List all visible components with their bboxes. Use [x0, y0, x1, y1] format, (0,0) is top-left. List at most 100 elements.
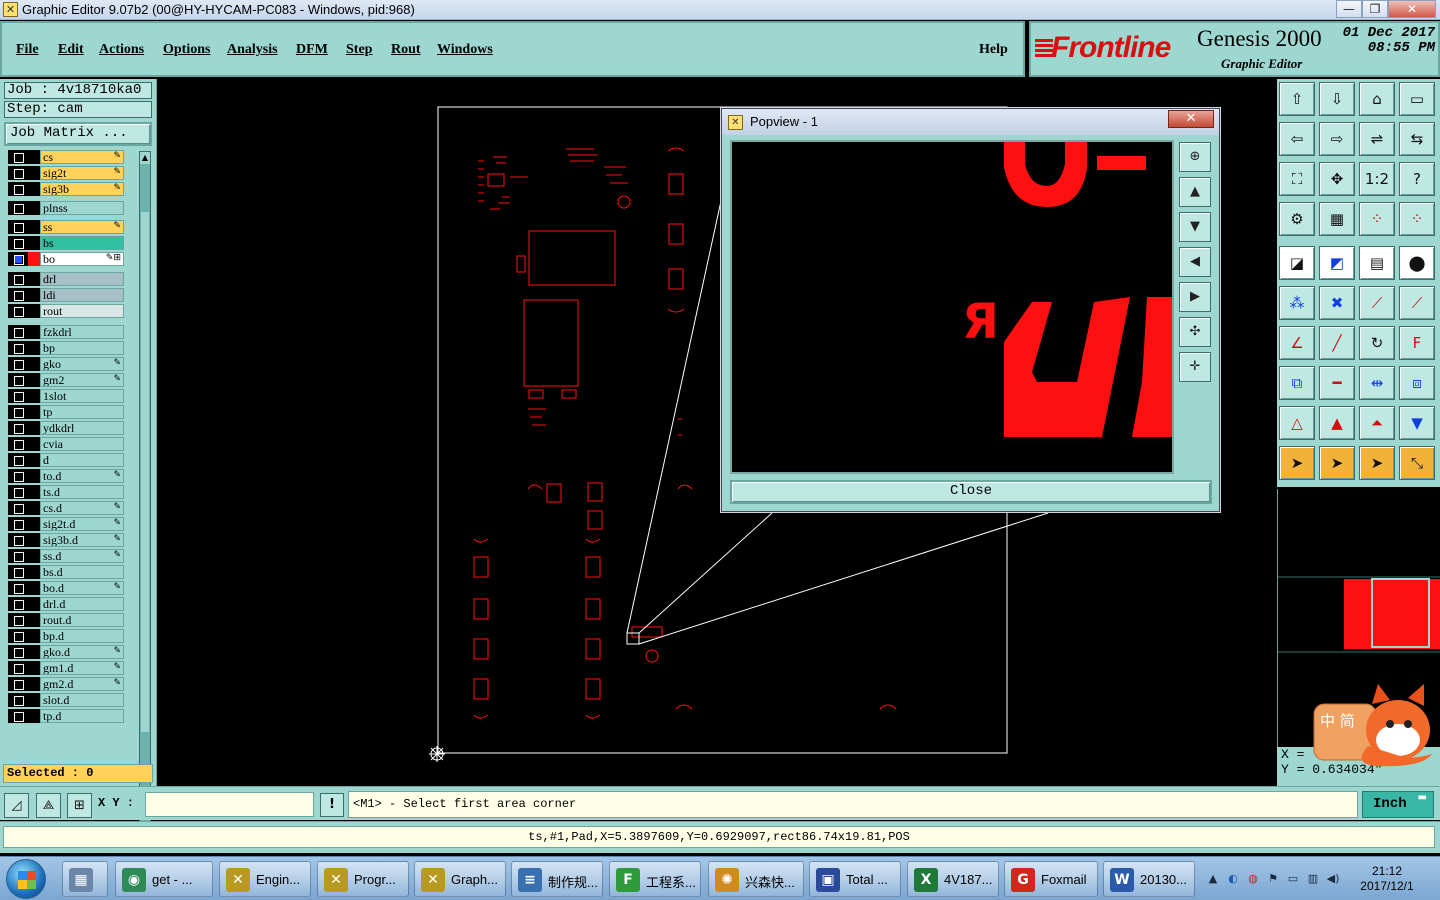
layer-name[interactable]: gm2.d ✎: [40, 677, 124, 691]
layer-name[interactable]: ldi: [40, 288, 124, 302]
layer-name[interactable]: plnss: [40, 201, 124, 215]
taskbar-button[interactable]: ✕ Progr...: [317, 861, 409, 897]
layer-scrollbar[interactable]: ▲ ▼: [139, 151, 151, 837]
layer-checkbox[interactable]: [8, 453, 28, 467]
layer-row[interactable]: cs ✎: [4, 150, 124, 164]
group-tool-icon[interactable]: ⧈: [1399, 366, 1435, 400]
ime-mascot[interactable]: 中 简: [1312, 684, 1440, 768]
layer-row[interactable]: fzkdrl: [4, 325, 124, 339]
layer-checkbox[interactable]: [8, 288, 28, 302]
layer-row[interactable]: d: [4, 453, 124, 467]
layer-checkbox[interactable]: [8, 220, 28, 234]
layer-name[interactable]: cs.d ✎: [40, 501, 124, 515]
tray-display-icon[interactable]: ▭: [1286, 872, 1300, 886]
layer-row[interactable]: sig2t ✎: [4, 166, 124, 180]
layer-checkbox[interactable]: [8, 469, 28, 483]
layer-color-swatch[interactable]: [28, 272, 40, 286]
layer-checkbox[interactable]: [8, 533, 28, 547]
pointer-tool-icon[interactable]: ➤: [1279, 446, 1315, 480]
triangle-down-tool-icon[interactable]: ▼: [1399, 406, 1435, 440]
layer-name[interactable]: cs ✎: [40, 150, 124, 164]
pad-tool-icon[interactable]: ⬤: [1399, 246, 1435, 280]
layer-checkbox[interactable]: [8, 252, 28, 266]
taskbar-button[interactable]: ✕ Engin...: [219, 861, 311, 897]
layer-name[interactable]: sig2t ✎: [40, 166, 124, 180]
close-button[interactable]: ✕: [1388, 0, 1436, 18]
layer-checkbox[interactable]: [8, 437, 28, 451]
layer-color-swatch[interactable]: [28, 629, 40, 643]
layer-checkbox[interactable]: [8, 236, 28, 250]
layer-color-swatch[interactable]: [28, 357, 40, 371]
popview-fit-icon[interactable]: ✣: [1179, 317, 1211, 347]
layer-checkbox[interactable]: [8, 150, 28, 164]
layer-row[interactable]: ss.d ✎: [4, 549, 124, 563]
pan-down-tool-icon[interactable]: ⇩: [1319, 82, 1355, 116]
layer-checkbox[interactable]: [8, 304, 28, 318]
tray-network-app-icon[interactable]: ◐: [1226, 872, 1240, 886]
layer-color-swatch[interactable]: [28, 405, 40, 419]
zoom-center-tool-icon[interactable]: ✥: [1319, 162, 1355, 196]
layer-color-swatch[interactable]: [28, 469, 40, 483]
layer-color-swatch[interactable]: [28, 389, 40, 403]
units-select[interactable]: Inch ▬: [1362, 791, 1434, 818]
pan-up-tool-icon[interactable]: ⇧: [1279, 82, 1315, 116]
layer-row[interactable]: ts.d: [4, 485, 124, 499]
stretch-tool-icon[interactable]: ⇹: [1359, 366, 1395, 400]
tray-expand-icon[interactable]: ▲: [1206, 872, 1220, 886]
layer-color-swatch[interactable]: [28, 533, 40, 547]
layer-row[interactable]: drl.d: [4, 597, 124, 611]
tray-clock[interactable]: 21:12 2017/12/1: [1352, 864, 1422, 894]
layer-checkbox[interactable]: [8, 693, 28, 707]
layer-name[interactable]: to.d ✎: [40, 469, 124, 483]
layer-name[interactable]: ss ✎: [40, 220, 124, 234]
layer-checkbox[interactable]: [8, 405, 28, 419]
layer-checkbox[interactable]: [8, 389, 28, 403]
tray-security-icon[interactable]: ◍: [1246, 872, 1260, 886]
net-tool-icon[interactable]: ⁂: [1279, 286, 1315, 320]
menu-analysis[interactable]: Analysis: [227, 42, 278, 58]
layer-row[interactable]: sig2t.d ✎: [4, 517, 124, 531]
layer-row[interactable]: tp: [4, 405, 124, 419]
taskbar-button[interactable]: ✺ 兴森快...: [708, 861, 804, 897]
copy-tool-icon[interactable]: ⧉: [1279, 366, 1315, 400]
layer-color-swatch[interactable]: [28, 693, 40, 707]
layer-color-swatch[interactable]: [28, 661, 40, 675]
layer-color-swatch[interactable]: [28, 220, 40, 234]
layer-name[interactable]: slot.d: [40, 693, 124, 707]
layer-name[interactable]: gm1.d ✎: [40, 661, 124, 675]
tray-volume-icon[interactable]: ◀): [1326, 872, 1340, 886]
layer-name[interactable]: rout.d: [40, 613, 124, 627]
layer-color-swatch[interactable]: [28, 421, 40, 435]
arc-tool-icon[interactable]: ↻: [1359, 326, 1395, 360]
layer-name[interactable]: 1slot: [40, 389, 124, 403]
layer-color-swatch[interactable]: [28, 236, 40, 250]
select-mode-icon[interactable]: ◿: [4, 793, 29, 818]
taskbar-button[interactable]: ✕ Graph...: [414, 861, 506, 897]
layer-row[interactable]: rout: [4, 304, 124, 318]
layer-color-swatch[interactable]: [28, 341, 40, 355]
menu-rout[interactable]: Rout: [391, 42, 421, 58]
pan-left-tool-icon[interactable]: ⇦: [1279, 122, 1315, 156]
layer-row[interactable]: gm2.d ✎: [4, 677, 124, 691]
layer-color-swatch[interactable]: [28, 182, 40, 196]
layer-color-swatch[interactable]: [28, 252, 40, 266]
layer-color-swatch[interactable]: [28, 517, 40, 531]
layer-color-swatch[interactable]: [28, 597, 40, 611]
warning-button[interactable]: !: [320, 793, 344, 817]
tray-flag-icon[interactable]: ⚑: [1266, 872, 1280, 886]
layer-color-swatch[interactable]: [28, 645, 40, 659]
layer-color-swatch[interactable]: [28, 677, 40, 691]
pointer-box-tool-icon[interactable]: ➤: [1319, 446, 1355, 480]
zoom-window-tool-icon[interactable]: ▭: [1399, 82, 1435, 116]
layer-checkbox[interactable]: [8, 166, 28, 180]
layer-checkbox[interactable]: [8, 517, 28, 531]
layer-row[interactable]: gko.d ✎: [4, 645, 124, 659]
layer-name[interactable]: drl: [40, 272, 124, 286]
job-matrix-button[interactable]: Job Matrix ...: [4, 122, 152, 146]
grid-mode-icon[interactable]: ⊞: [67, 793, 92, 818]
start-button[interactable]: [6, 859, 46, 899]
xy-input[interactable]: [145, 792, 314, 817]
maximize-button[interactable]: ❐: [1362, 0, 1388, 18]
layer-checkbox[interactable]: [8, 549, 28, 563]
menu-edit[interactable]: Edit: [58, 42, 84, 58]
